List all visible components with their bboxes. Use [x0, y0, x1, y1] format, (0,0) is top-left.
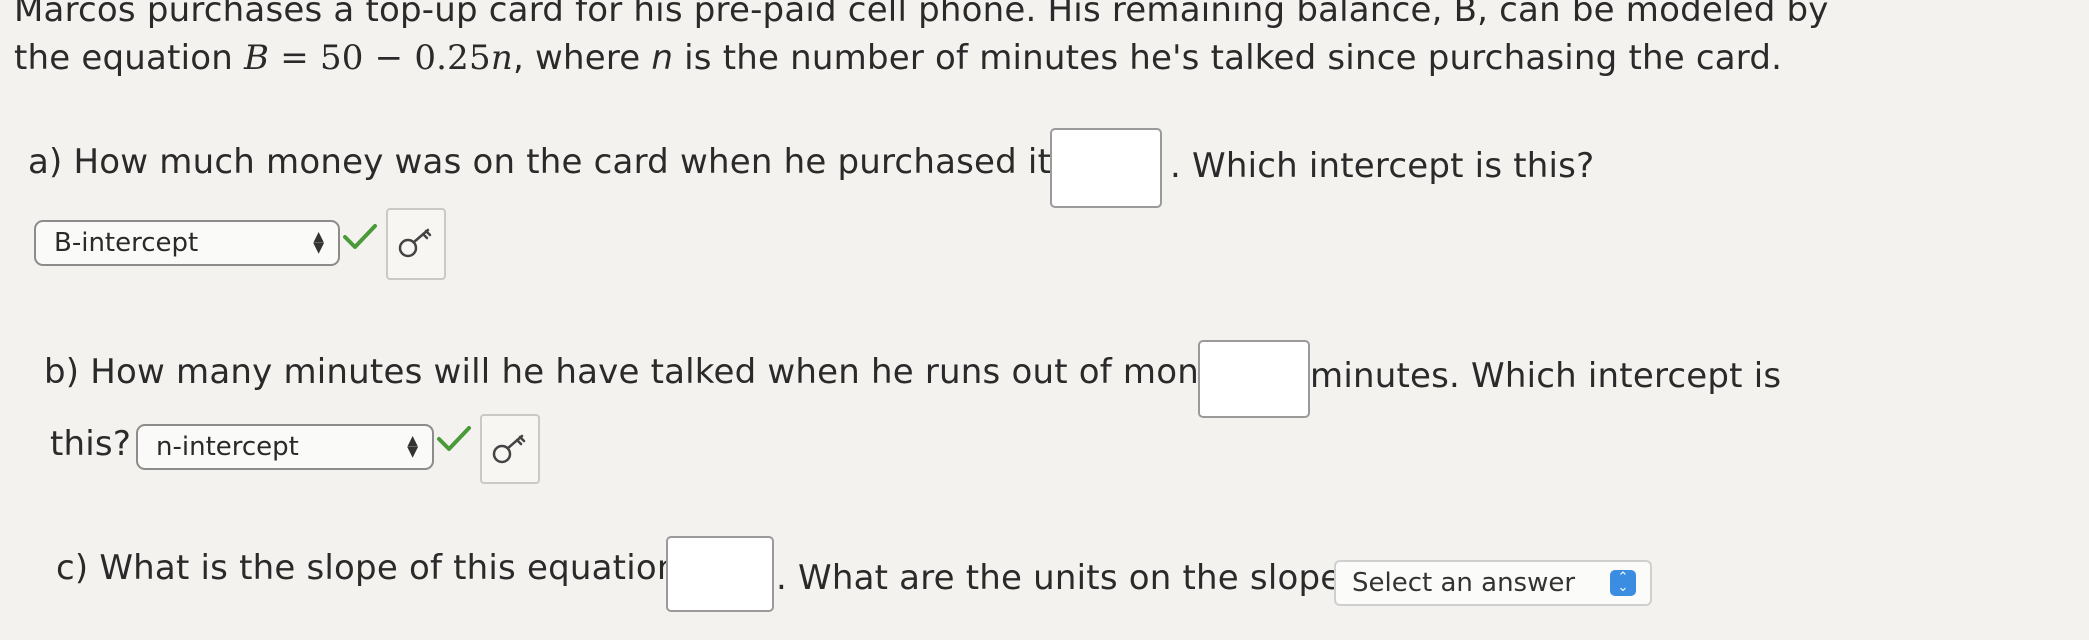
- part-c-question: c) What is the slope of this equation?: [56, 548, 697, 588]
- equation-constant: 50: [319, 38, 364, 78]
- part-b-this-text: this?: [50, 424, 132, 464]
- intro-text-1: Marcos purchases a top-up card for his p…: [14, 0, 1829, 30]
- problem-intro-line2: the equation B = 50 − 0.25n, where n is …: [14, 38, 1782, 78]
- select-arrows-icon: ▲ ▼: [313, 229, 324, 256]
- chevron-updown-icon: ⌃ ⌄: [1610, 570, 1636, 596]
- part-c-question-after: . What are the units on the slope?: [776, 558, 1360, 598]
- equation-B: B: [244, 38, 270, 78]
- equation-equals: =: [269, 38, 320, 78]
- checkmark-icon: [437, 426, 471, 451]
- part-a-key-button[interactable]: [386, 208, 446, 280]
- key-icon: [398, 228, 432, 258]
- part-b-question: b) How many minutes will he have talked …: [44, 352, 1259, 392]
- part-b-intercept-select[interactable]: n-intercept ▲ ▼: [136, 424, 434, 470]
- key-icon: [492, 434, 526, 464]
- part-a-answer-input[interactable]: [1050, 128, 1162, 208]
- part-c-text: c) What is the slope of this equation?: [56, 548, 697, 588]
- intro-text-4: is the number of minutes he's talked sin…: [673, 38, 1783, 78]
- part-c-after-text: . What are the units on the slope?: [776, 558, 1360, 598]
- part-a-question: a) How much money was on the card when h…: [28, 142, 1102, 182]
- equation-n: n: [490, 38, 513, 78]
- part-b-answer-input[interactable]: [1198, 340, 1310, 418]
- equation-coefficient: 0.25: [414, 38, 491, 78]
- problem-intro-line1: Marcos purchases a top-up card for his p…: [14, 0, 1829, 30]
- select-arrows-icon: ▲ ▼: [407, 433, 418, 460]
- part-b-key-button[interactable]: [480, 414, 540, 484]
- checkmark-icon: [343, 224, 377, 249]
- part-b-question-after: minutes. Which intercept is: [1310, 356, 1781, 396]
- part-a-intercept-select[interactable]: B-intercept ▲ ▼: [34, 220, 340, 266]
- variable-n: n: [651, 38, 674, 78]
- equation-minus: −: [363, 38, 415, 78]
- part-c-units-select[interactable]: Select an answer ⌃ ⌄: [1334, 560, 1652, 606]
- part-b-text: b) How many minutes will he have talked …: [44, 352, 1259, 392]
- part-b-question-line2: this?: [50, 424, 131, 464]
- intro-text-2: the equation: [14, 38, 245, 78]
- part-c-answer-input[interactable]: [666, 536, 774, 612]
- part-a-select-value: B-intercept: [54, 228, 199, 258]
- part-b-select-value: n-intercept: [156, 432, 299, 462]
- part-c-select-placeholder: Select an answer: [1352, 568, 1576, 598]
- intro-text-3: , where: [512, 38, 652, 78]
- part-a-question-after: . Which intercept is this?: [1170, 146, 1594, 186]
- part-b-after-text: minutes. Which intercept is: [1310, 356, 1782, 396]
- part-a-after-text: . Which intercept is this?: [1170, 146, 1595, 186]
- part-a-text: a) How much money was on the card when h…: [28, 142, 1103, 182]
